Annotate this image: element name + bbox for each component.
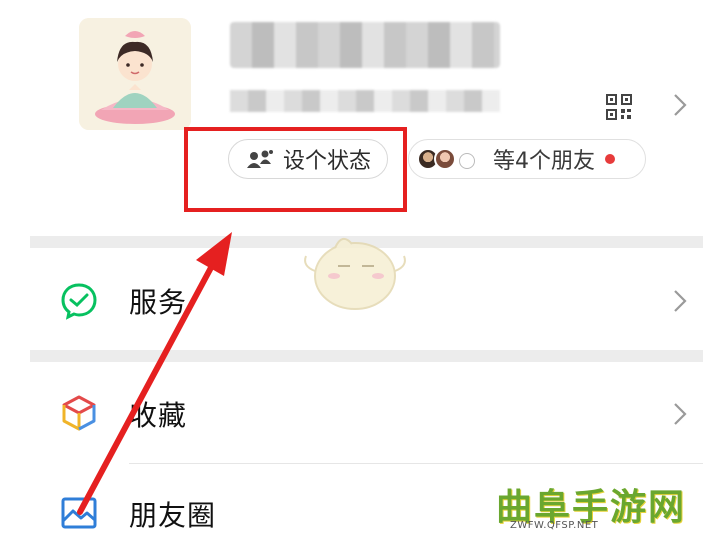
chevron-right-icon[interactable] <box>673 93 687 117</box>
friend-avatar <box>434 148 456 170</box>
avatar[interactable] <box>79 18 191 130</box>
qr-code-icon[interactable] <box>606 94 632 120</box>
friends-count-label: 等4个朋友 <box>493 149 595 174</box>
highlight-box <box>184 127 407 212</box>
chevron-right-icon <box>674 290 687 312</box>
mascot-watermark <box>304 237 406 310</box>
profile-id-redacted <box>230 90 500 112</box>
avatar-illustration <box>79 18 191 130</box>
site-watermark: 曲阜手游网 ZWFW.QFSP.NET <box>492 478 698 536</box>
menu-label-moments: 朋友圈 <box>129 499 217 532</box>
notification-dot <box>605 154 615 164</box>
watermark-url: ZWFW.QFSP.NET <box>510 520 599 531</box>
friends-status-button[interactable]: 等4个朋友 <box>408 139 646 179</box>
bulb-icon <box>459 153 475 169</box>
menu-label-favorites: 收藏 <box>129 399 188 432</box>
chevron-right-icon <box>674 403 687 425</box>
moments-image-icon <box>61 497 97 529</box>
menu-item-favorites[interactable]: 收藏 <box>0 364 703 464</box>
favorites-cube-icon <box>62 395 96 431</box>
menu-label-service: 服务 <box>129 286 188 319</box>
profile-name-redacted <box>230 22 500 68</box>
service-check-icon <box>61 283 97 320</box>
section-divider <box>30 350 703 362</box>
